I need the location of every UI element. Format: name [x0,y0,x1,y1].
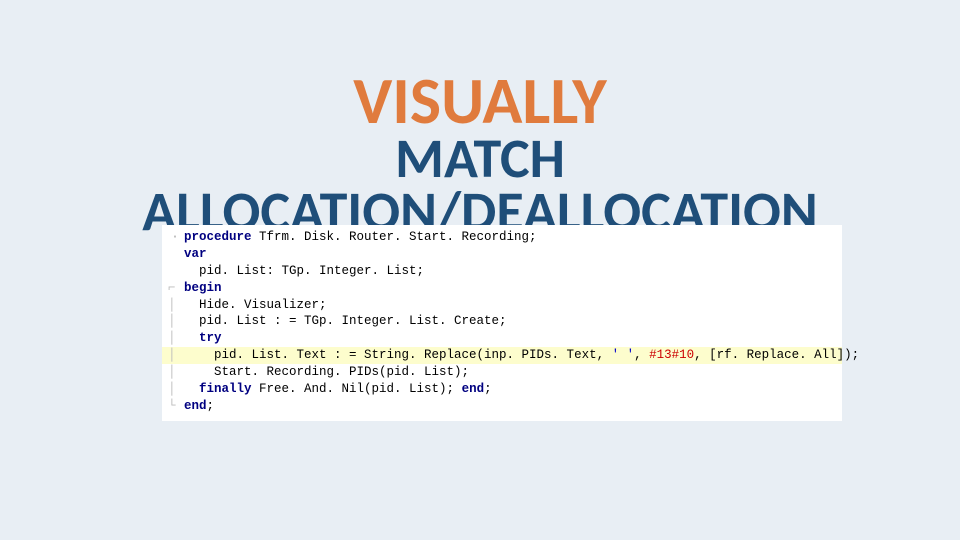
code-line-7: │ pid. List. Text : = String. Replace(in… [162,347,842,364]
code-line-10: └end; [168,398,836,415]
code-line-8: │ Start. Recording. PIDs(pid. List); [168,364,836,381]
title-line1: VISUALLY [0,70,960,133]
code-snippet: ·procedure Tfrm. Disk. Router. Start. Re… [162,225,842,421]
code-line-9: │ finally Free. And. Nil(pid. List); end… [168,381,836,398]
code-line-5: │ pid. List : = TGp. Integer. List. Crea… [168,313,836,330]
code-line-4: │ Hide. Visualizer; [168,297,836,314]
slide: VISUALLY MATCH ALLOCATION/DEALLOCATION ·… [0,0,960,540]
code-line-1: var [168,246,836,263]
code-line-3: ⌐begin [168,280,836,297]
title-block: VISUALLY MATCH ALLOCATION/DEALLOCATION [0,70,960,239]
code-line-2: pid. List: TGp. Integer. List; [168,263,836,280]
code-line-0: ·procedure Tfrm. Disk. Router. Start. Re… [168,229,836,246]
code-line-6: │ try [168,330,836,347]
